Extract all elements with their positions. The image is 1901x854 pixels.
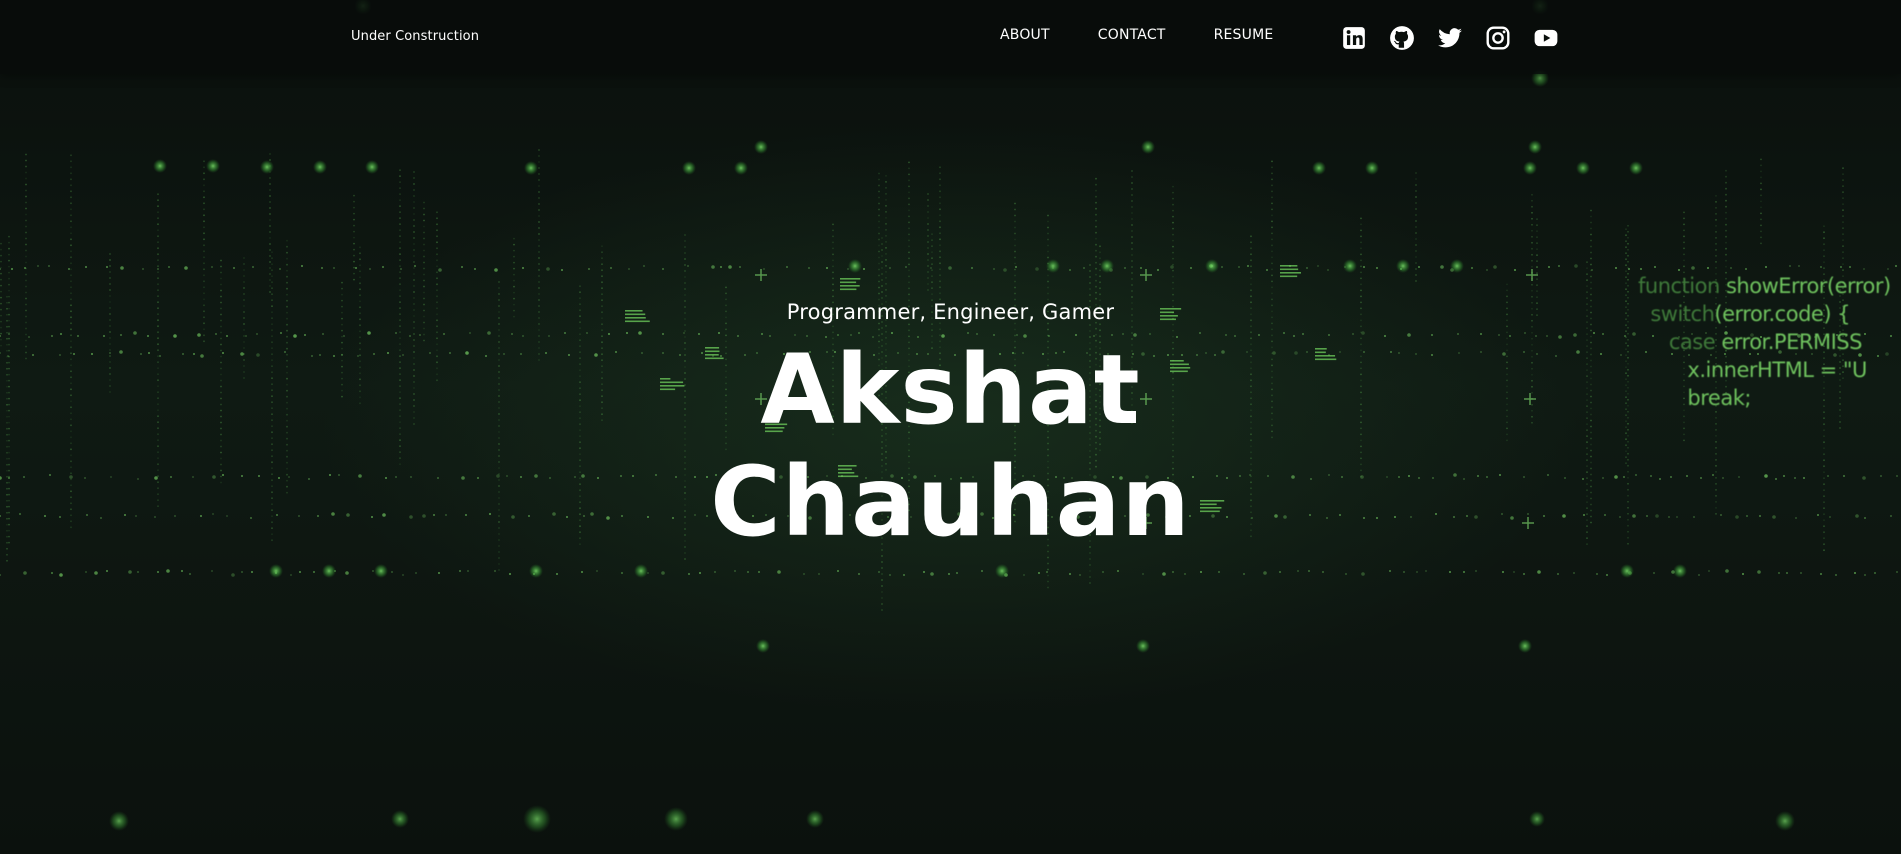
hero-section: Programmer, Engineer, Gamer Akshat Chauh…: [0, 300, 1901, 558]
nav-resume-link[interactable]: RESUME: [1214, 27, 1274, 43]
hero-subtitle: Programmer, Engineer, Gamer: [786, 300, 1115, 324]
top-navigation-bar: Under Construction ABOUT CONTACT RESUME: [0, 0, 1901, 74]
youtube-icon[interactable]: [1533, 25, 1559, 51]
social-links: [1341, 25, 1559, 51]
main-nav: ABOUT CONTACT RESUME: [1000, 27, 1273, 43]
hero-name: Akshat Chauhan: [0, 334, 1901, 558]
instagram-icon[interactable]: [1485, 25, 1511, 51]
github-icon[interactable]: [1389, 25, 1415, 51]
nav-contact-link[interactable]: CONTACT: [1098, 27, 1166, 43]
nav-about-link[interactable]: ABOUT: [1000, 27, 1050, 43]
linkedin-icon[interactable]: [1341, 25, 1367, 51]
twitter-icon[interactable]: [1437, 25, 1463, 51]
site-brand[interactable]: Under Construction: [351, 29, 479, 44]
hero-first-name: Akshat: [760, 334, 1141, 446]
hero-last-name: Chauhan: [710, 446, 1191, 558]
page: Under Construction ABOUT CONTACT RESUME: [0, 0, 1901, 854]
